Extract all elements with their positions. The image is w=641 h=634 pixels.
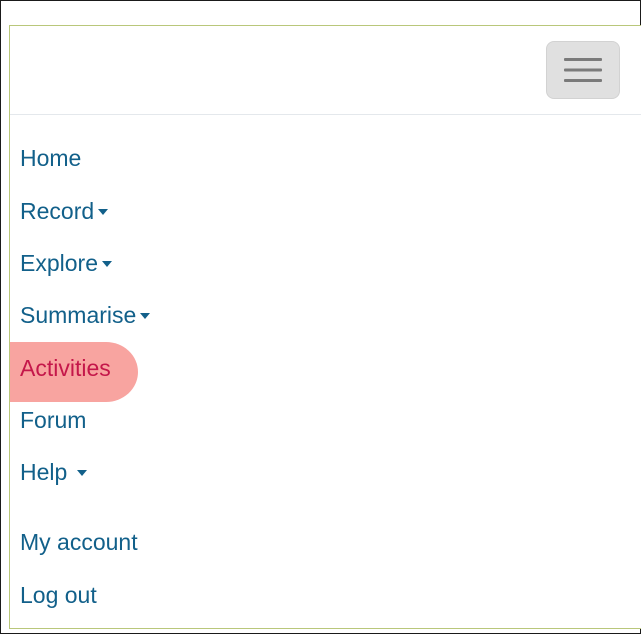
nav-item-label: Log out bbox=[20, 582, 97, 608]
nav-item-label: Help bbox=[20, 459, 68, 485]
nav-item-home[interactable]: Home bbox=[20, 143, 81, 173]
nav-item-forum[interactable]: Forum bbox=[20, 405, 86, 435]
nav-item-label: Home bbox=[20, 145, 82, 171]
nav-item-label: Forum bbox=[20, 407, 87, 433]
nav-item-label: Record bbox=[20, 198, 95, 224]
nav-item-label: My account bbox=[20, 529, 138, 555]
caret-down-icon bbox=[101, 261, 112, 267]
nav-item-label: Explore bbox=[20, 250, 98, 276]
caret-down-icon bbox=[77, 470, 88, 476]
mobile-nav-panel: Home Record Explore Summarise Activities… bbox=[9, 25, 641, 629]
nav-item-summarise[interactable]: Summarise bbox=[20, 300, 151, 330]
nav-item-help[interactable]: Help bbox=[20, 457, 88, 487]
nav-item-record[interactable]: Record bbox=[20, 196, 109, 226]
nav-item-explore[interactable]: Explore bbox=[20, 248, 112, 278]
nav-item-activities[interactable]: Activities bbox=[20, 353, 111, 383]
navbar bbox=[10, 26, 641, 115]
caret-down-icon bbox=[98, 209, 109, 215]
hamburger-menu-icon bbox=[564, 58, 602, 82]
nav-item-label: Summarise bbox=[20, 302, 137, 328]
navbar-toggle-button[interactable] bbox=[546, 41, 620, 99]
nav-item-label: Activities bbox=[20, 355, 111, 381]
nav-item-my-account[interactable]: My account bbox=[20, 527, 138, 557]
screenshot-frame: Home Record Explore Summarise Activities… bbox=[0, 0, 641, 634]
caret-down-icon bbox=[140, 313, 151, 319]
nav-item-log-out[interactable]: Log out bbox=[20, 580, 97, 610]
